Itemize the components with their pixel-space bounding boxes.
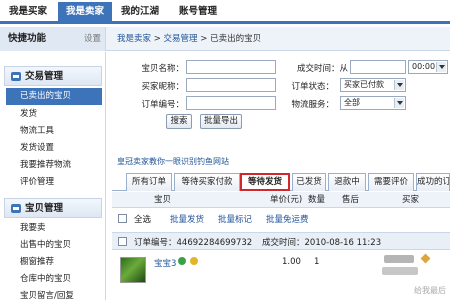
sidebar-section-title: 宝贝管理 [25, 203, 64, 214]
sidebar-item-shipping-settings[interactable]: 发货设置 [6, 140, 102, 157]
sidebar-item-on-sale[interactable]: 出售中的宝贝 [6, 237, 102, 254]
sidebar-section-items[interactable]: 宝贝管理 [4, 198, 102, 218]
sidebar-section-trade[interactable]: 交易管理 [4, 66, 102, 86]
logistics-value: 全部 [344, 98, 360, 107]
order-header: 订单编号：44692284699732 成交时间：2010-08-16 11:2… [112, 232, 450, 250]
deal-time-hour-select[interactable]: 00:00 [408, 60, 448, 74]
batch-free-shipping-link[interactable]: 批量免运费 [266, 213, 309, 225]
watermark-text: 给我最后 [414, 286, 446, 295]
breadcrumb-separator: > [197, 34, 211, 44]
order-status-value: 买家已付款 [344, 80, 384, 89]
select-all-checkbox[interactable] [118, 214, 127, 223]
column-after-sale: 售后 [342, 195, 360, 205]
quantity: 1 [314, 257, 320, 267]
guarantee-icon [178, 257, 186, 265]
order-deal-time: 成交时间：2010-08-16 11:23 [262, 238, 382, 248]
item-name-input[interactable] [186, 60, 276, 74]
trade-icon [11, 72, 21, 81]
breadcrumb-separator: > [151, 34, 164, 44]
order-no-input[interactable] [186, 96, 276, 110]
order-no-label: 订单编号： [141, 100, 184, 110]
column-quantity: 数量 [308, 195, 326, 205]
batch-ship-link[interactable]: 批量发货 [170, 213, 204, 225]
item-title-link[interactable]: 宝宝3 [154, 257, 176, 269]
tab-refunding[interactable]: 退款中 [328, 173, 366, 191]
order-status-tabs: 所有订单 等待买家付款 等待发货 已发货 退款中 需要评价 成功的订 [112, 172, 450, 191]
sidebar-item-ship[interactable]: 发货 [6, 106, 102, 123]
buyer-info-blurred [382, 267, 418, 275]
tab-seller[interactable]: 我是卖家 [58, 2, 112, 22]
sidebar-item-sold-items[interactable]: 已卖出的宝贝 [6, 88, 102, 105]
quick-function-settings-link[interactable]: 设置 [80, 32, 105, 46]
search-button[interactable]: 搜索 [166, 114, 192, 129]
item-name-label: 宝贝名称： [141, 64, 184, 74]
tab-jianghu[interactable]: 我的江湖 [114, 2, 166, 22]
buyer-nick-label: 买家昵称： [141, 82, 184, 92]
tab-awaiting-payment[interactable]: 等待买家付款 [174, 173, 240, 191]
wangwang-icon[interactable] [420, 253, 431, 264]
bulk-actions-bar: 全选 批量发货 批量标记 批量免运费 [112, 210, 450, 228]
item-icon [11, 204, 21, 213]
buyer-nick-input[interactable] [186, 78, 276, 92]
tab-buyer[interactable]: 我是买家 [2, 2, 54, 22]
tab-need-review[interactable]: 需要评价 [368, 173, 414, 191]
logistics-label: 物流服务： [291, 100, 334, 110]
sidebar-item-warehouse[interactable]: 仓库中的宝贝 [6, 271, 102, 288]
order-number: 订单编号：44692284699732 [134, 238, 253, 248]
order-status-select[interactable]: 买家已付款 [340, 78, 406, 92]
chevron-down-icon [436, 62, 446, 72]
tab-awaiting-shipment[interactable]: 等待发货 [240, 173, 290, 191]
sidebar-item-logistics-tools[interactable]: 物流工具 [6, 123, 102, 140]
breadcrumb: 我是卖家 > 交易管理 > 已卖出的宝贝 [117, 27, 261, 51]
top-navigation: 我是买家 我是卖家 我的江湖 账号管理 [0, 0, 450, 24]
medal-icon [190, 257, 198, 265]
column-buyer: 买家 [402, 195, 420, 205]
sidebar-item-comments[interactable]: 宝贝留言/回复 [6, 288, 102, 300]
unit-price: 1.00 [282, 257, 301, 267]
tab-shipped[interactable]: 已发货 [292, 173, 326, 191]
column-unit-price: 单价(元) [270, 195, 303, 205]
order-row: 宝宝3 1.00 1 给我最后 [112, 251, 450, 300]
buyer-name-blurred [384, 255, 414, 263]
order-table-header: 宝贝 单价(元) 数量 售后 买家 [112, 192, 450, 208]
tab-account-management[interactable]: 账号管理 [170, 2, 226, 22]
sidebar-item-rating-management[interactable]: 评价管理 [6, 174, 102, 191]
batch-export-button[interactable]: 批量导出 [200, 114, 242, 129]
batch-remark-link[interactable]: 批量标记 [218, 213, 252, 225]
item-thumbnail[interactable] [120, 257, 146, 283]
sidebar-item-showcase[interactable]: 橱窗推荐 [6, 254, 102, 271]
logistics-select[interactable]: 全部 [340, 96, 406, 110]
sidebar-item-sell[interactable]: 我要卖 [6, 220, 102, 237]
chevron-down-icon [394, 80, 404, 90]
tab-all-orders[interactable]: 所有订单 [126, 173, 172, 191]
breadcrumb-seller-link[interactable]: 我是卖家 [117, 34, 151, 44]
order-status-label: 订单状态： [291, 82, 334, 92]
column-item: 宝贝 [154, 195, 172, 205]
chevron-down-icon [394, 98, 404, 108]
deal-time-from-input[interactable] [350, 60, 406, 74]
breadcrumb-trade-link[interactable]: 交易管理 [164, 34, 198, 44]
quick-function-bar: 快捷功能 设置 我是卖家 > 交易管理 > 已卖出的宝贝 [0, 27, 450, 51]
order-checkbox[interactable] [118, 237, 127, 246]
deal-time-hour-value: 00:00 [412, 62, 436, 71]
sidebar-section-title: 交易管理 [25, 71, 64, 82]
sidebar-item-recommend-logistics[interactable]: 我要推荐物流 [6, 157, 102, 174]
deal-time-label: 成交时间：从 [296, 64, 348, 74]
phishing-tip-link[interactable]: 皇冠卖家教你一眼识别钓鱼网站 [117, 156, 229, 167]
sidebar: 交易管理 已卖出的宝贝 发货 物流工具 发货设置 我要推荐物流 评价管理 宝贝管… [0, 52, 106, 300]
select-all-label: 全选 [134, 215, 152, 225]
tab-successful-orders[interactable]: 成功的订 [416, 173, 450, 191]
breadcrumb-current: 已卖出的宝贝 [210, 34, 262, 44]
